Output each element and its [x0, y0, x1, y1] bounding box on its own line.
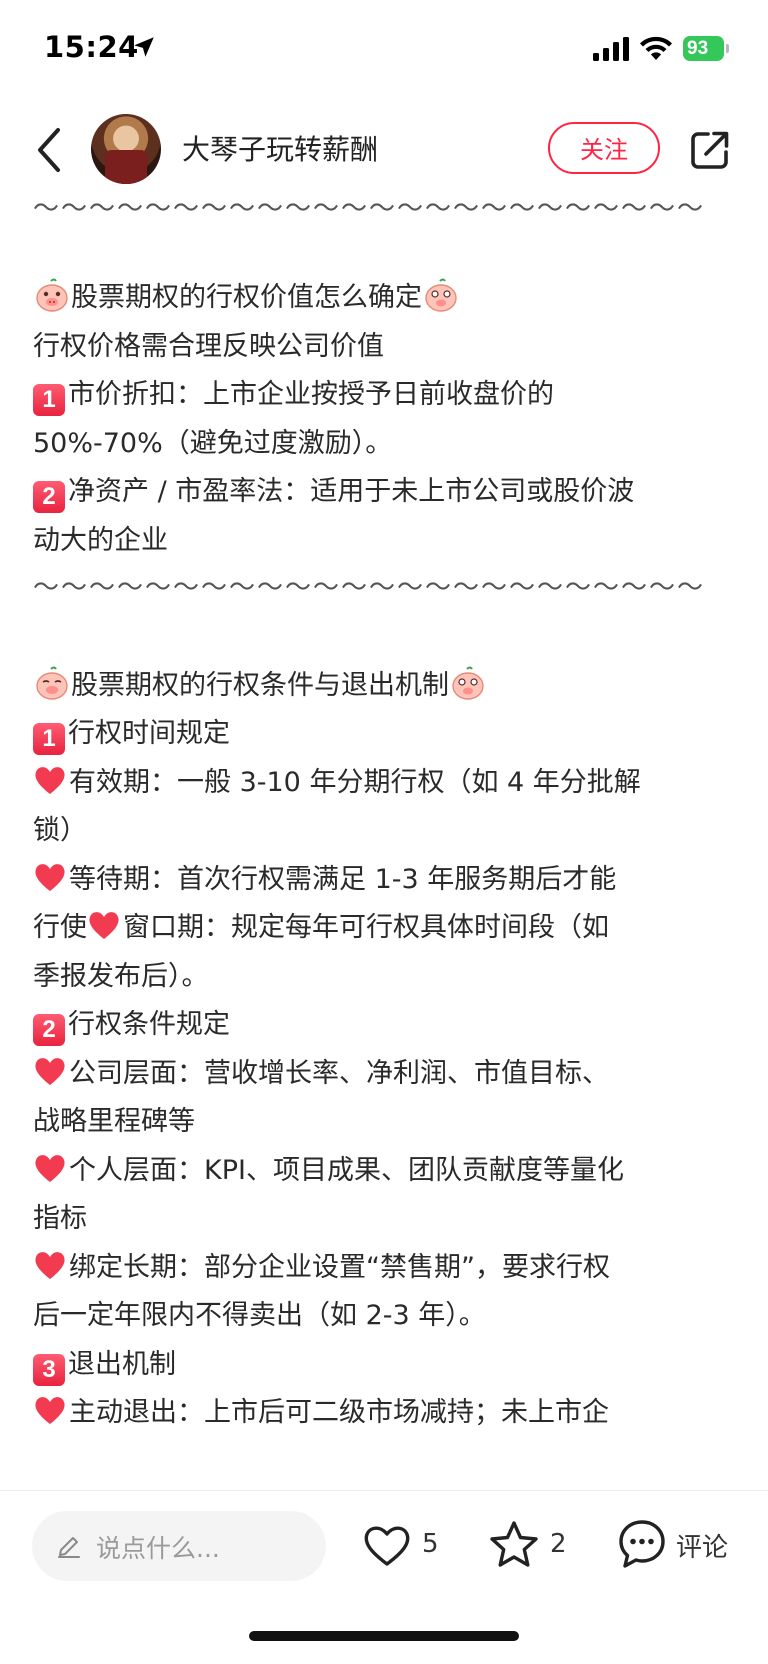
bullet-text: 行使: [33, 912, 87, 943]
heart-emoji-icon: [35, 864, 65, 891]
heart-emoji-icon: [89, 912, 119, 939]
paragraph: 50%-70%（避免过度激励）。: [33, 428, 393, 459]
bullet-item: 等待期：首次行权需满足 1-3 年服务期后才能: [33, 854, 743, 905]
list-item-text: 退出机制: [68, 1349, 176, 1380]
bullet-item: 个人层面：KPI、项目成果、团队贡献度等量化: [33, 1145, 743, 1196]
list-item-text: 净资产 / 市盈率法：适用于未上市公司或股价波: [68, 476, 635, 507]
list-item: 1 行权时间规定: [33, 708, 743, 759]
battery-icon: 93: [683, 36, 729, 61]
bullet-item: 公司层面：营收增长率、净利润、市值目标、: [33, 1048, 743, 1099]
post-content: ～～～～～～～～～～～～～～～～～～～～～～～～ 股票期权的行权价值怎么确定 行…: [0, 200, 768, 1490]
bullet-item: 行使 窗口期：规定每年可行权具体时间段（如: [33, 902, 743, 953]
home-indicator[interactable]: [249, 1631, 519, 1641]
bullet-item: 有效期：一般 3-10 年分期行权（如 4 年分批解: [33, 757, 743, 808]
follow-button[interactable]: 关注: [548, 122, 660, 174]
like-button[interactable]: 5: [362, 1519, 452, 1573]
bullet-text: 主动退出：上市后可二级市场减持；未上市企: [69, 1397, 609, 1428]
bullet-text: 窗口期：规定每年可行权具体时间段（如: [123, 912, 609, 943]
list-item: 3 退出机制: [33, 1339, 743, 1390]
share-icon[interactable]: [688, 128, 732, 172]
comment-label: 评论: [676, 1533, 729, 1563]
bullet-text: 个人层面：KPI、项目成果、团队贡献度等量化: [69, 1155, 624, 1186]
heart-outline-icon: [364, 1526, 410, 1566]
pig-emoji-icon: [452, 666, 484, 700]
post-header: 大琴子玩转薪酬 关注: [0, 100, 768, 200]
status-time: 15:24: [44, 30, 139, 64]
number-badge: 2: [33, 1014, 65, 1046]
paragraph: 指标: [33, 1203, 87, 1234]
list-item: 2 行权条件规定: [33, 999, 743, 1050]
heart-emoji-icon: [35, 1252, 65, 1279]
bottom-action-bar: 说点什么... 5 2 评论: [0, 1490, 768, 1664]
bullet-item: 主动退出：上市后可二级市场减持；未上市企: [33, 1387, 743, 1438]
divider-line: ～～～～～～～～～～～～～～～～～～～～～～～～: [33, 573, 706, 603]
section-title: 股票期权的行权条件与退出机制: [33, 660, 743, 711]
list-item: 2 净资产 / 市盈率法：适用于未上市公司或股价波: [33, 466, 743, 517]
pig-emoji-icon: [36, 278, 68, 312]
battery-tip: [726, 44, 729, 53]
battery-level: 93: [683, 36, 724, 61]
like-count: 5: [422, 1529, 439, 1559]
comment-button[interactable]: 评论: [616, 1517, 746, 1573]
status-bar: 15:24 93: [0, 0, 768, 100]
number-badge: 3: [33, 1354, 65, 1386]
collect-button[interactable]: 2: [488, 1519, 578, 1573]
wifi-icon: [640, 36, 672, 60]
pig-emoji-icon: [36, 666, 68, 700]
section-title-text: 股票期权的行权条件与退出机制: [71, 670, 449, 701]
heart-emoji-icon: [35, 1155, 65, 1182]
pencil-icon: [58, 1537, 80, 1558]
paragraph: 战略里程碑等: [33, 1106, 195, 1137]
avatar[interactable]: [91, 114, 161, 184]
paragraph: 动大的企业: [33, 525, 168, 556]
paragraph: 行权价格需合理反映公司价值: [33, 331, 384, 362]
comment-placeholder: 说点什么...: [96, 1534, 220, 1563]
back-chevron-icon[interactable]: [30, 122, 70, 178]
list-item: 1 市价折扣：上市企业按授予日前收盘价的: [33, 369, 743, 420]
bullet-text: 绑定长期：部分企业设置“禁售期”，要求行权: [69, 1252, 610, 1283]
comment-input[interactable]: 说点什么...: [32, 1511, 326, 1581]
paragraph: 锁）: [33, 815, 87, 846]
location-arrow-icon: [134, 37, 154, 57]
pig-emoji-icon: [425, 278, 457, 312]
list-item-text: 市价折扣：上市企业按授予日前收盘价的: [68, 379, 554, 410]
heart-emoji-icon: [35, 1397, 65, 1424]
heart-emoji-icon: [35, 767, 65, 794]
bullet-text: 公司层面：营收增长率、净利润、市值目标、: [69, 1058, 609, 1089]
section-title: 股票期权的行权价值怎么确定: [33, 272, 743, 323]
paragraph: 后一定年限内不得卖出（如 2-3 年）。: [33, 1300, 486, 1331]
section-title-text: 股票期权的行权价值怎么确定: [71, 282, 422, 313]
number-badge: 2: [33, 481, 65, 513]
list-item-text: 行权时间规定: [68, 718, 230, 749]
number-badge: 1: [33, 384, 65, 416]
heart-emoji-icon: [35, 1058, 65, 1085]
avatar-image-detail: [105, 150, 147, 184]
divider-line: ～～～～～～～～～～～～～～～～～～～～～～～～: [33, 200, 706, 224]
list-item-text: 行权条件规定: [68, 1009, 230, 1040]
star-outline-icon: [490, 1521, 538, 1567]
bullet-item: 绑定长期：部分企业设置“禁售期”，要求行权: [33, 1242, 743, 1293]
comment-bubble-icon: [619, 1520, 665, 1568]
bullet-text: 等待期：首次行权需满足 1-3 年服务期后才能: [69, 864, 617, 895]
number-badge: 1: [33, 723, 65, 755]
signal-icon: [593, 37, 629, 61]
author-name[interactable]: 大琴子玩转薪酬: [182, 128, 378, 168]
paragraph: 季报发布后）。: [33, 961, 209, 992]
star-count: 2: [550, 1529, 567, 1559]
bullet-text: 有效期：一般 3-10 年分期行权（如 4 年分批解: [69, 767, 641, 798]
